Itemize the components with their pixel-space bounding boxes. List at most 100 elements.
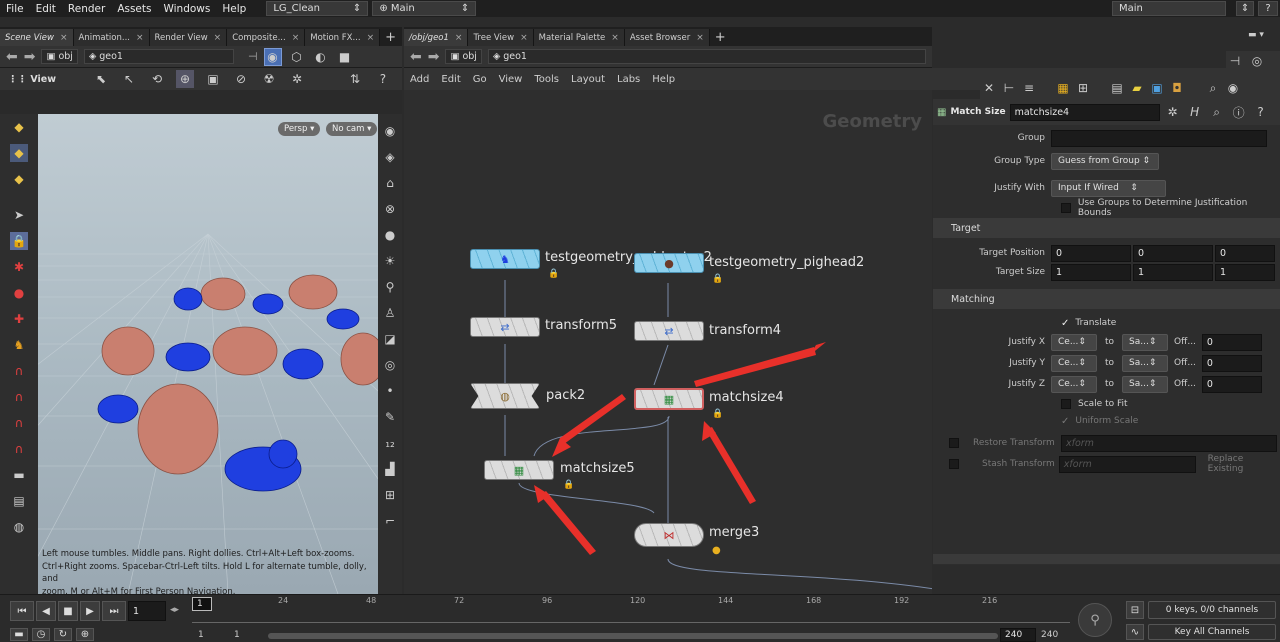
node-testgeometry-pighead[interactable]: ● (634, 253, 704, 273)
view-tool-icon[interactable]: ⟲ (148, 70, 166, 88)
transform-mode-icon[interactable]: ◆ (10, 144, 28, 162)
add-tab-icon[interactable]: + (380, 29, 402, 46)
range-start-2[interactable]: 1 (234, 630, 240, 640)
display-icon[interactable]: ◐ (312, 48, 330, 66)
close-icon[interactable]: × (292, 33, 300, 43)
menu-edit[interactable]: Edit (30, 3, 62, 15)
justify-y-to[interactable]: Sa... ⇕ (1122, 354, 1169, 372)
menu-labs[interactable]: Labs (617, 74, 640, 85)
magnet-icon-4[interactable]: ∩ (10, 440, 28, 458)
menu-go[interactable]: Go (473, 74, 487, 85)
add-tab-icon[interactable]: + (709, 29, 731, 46)
justify-y-from[interactable]: Ce... ⇕ (1051, 354, 1097, 372)
restore-checkbox[interactable] (949, 438, 959, 448)
tab-composite[interactable]: Composite... × (227, 29, 306, 46)
search-icon[interactable]: ⌕ (1208, 103, 1226, 121)
snap-icon[interactable]: ⊕ (175, 70, 194, 88)
background-image-icon[interactable]: ▣ (1148, 79, 1166, 97)
tab-motion-fx[interactable]: Motion FX... × (305, 29, 381, 46)
help-icon[interactable]: ? (1252, 103, 1270, 121)
grid-icon[interactable]: ⊞ (381, 486, 399, 504)
grid-view-icon[interactable]: ⊞ (1074, 79, 1092, 97)
justify-x-offset[interactable]: 0 (1201, 333, 1262, 351)
network-canvas[interactable]: Geometry ♞ testgeometry_rubbertoy2 🔒 ● t… (404, 99, 932, 594)
dot-icon[interactable]: • (381, 382, 399, 400)
justify-x-from[interactable]: Ce... ⇕ (1051, 333, 1097, 351)
group-field[interactable] (1051, 129, 1267, 147)
help-icon[interactable]: ? (374, 70, 392, 88)
light-icon[interactable]: ☀ (381, 252, 399, 270)
magnet-icon-2[interactable]: ∩ (10, 388, 28, 406)
section-target[interactable]: Target (933, 218, 1280, 238)
zoom-icon[interactable]: ⌕ (1204, 79, 1222, 97)
range-slider[interactable] (268, 633, 998, 639)
person-icon[interactable]: ♙ (381, 304, 399, 322)
graph-icon[interactable]: ∿ (1126, 624, 1144, 640)
play-back-icon[interactable]: ◀ (36, 601, 56, 621)
target-pos-y[interactable]: 0 (1133, 244, 1213, 262)
tab-obj-geo1[interactable]: /obj/geo1 × (404, 29, 469, 46)
frame-field[interactable]: 1 (128, 601, 166, 621)
range-end[interactable]: 240 (1000, 628, 1036, 642)
target-icon[interactable]: ⊗ (381, 200, 399, 218)
node-transform5[interactable]: ⇄ (470, 317, 540, 337)
keyframe-dial-icon[interactable]: ⚲ (1078, 603, 1112, 637)
eye-icon[interactable]: ◉ (1224, 79, 1242, 97)
close-icon[interactable]: × (136, 33, 144, 43)
wrench-icon[interactable]: ✕ (980, 79, 998, 97)
target-size-x[interactable]: 1 (1051, 263, 1131, 281)
scale-to-fit-checkbox[interactable] (1061, 399, 1071, 409)
camera-menu[interactable]: No cam ▾ (326, 122, 378, 136)
sticky-note-icon[interactable]: ▰ (1128, 79, 1146, 97)
check-icon[interactable]: ✓ (1061, 416, 1069, 427)
jump-start-icon[interactable]: ⏮ (10, 601, 34, 621)
crumb-obj[interactable]: ▣ obj (445, 49, 482, 64)
tab-tree-view[interactable]: Tree View × (468, 29, 534, 46)
justify-y-offset[interactable]: 0 (1201, 354, 1262, 372)
menu-help[interactable]: Help (216, 3, 252, 15)
magnet-icon-3[interactable]: ∩ (10, 414, 28, 432)
tab-render-view[interactable]: Render View × (149, 29, 228, 46)
list-icon[interactable]: ≡ (1020, 79, 1038, 97)
node-pack2[interactable]: ◍ (470, 383, 540, 409)
select-mode-icon[interactable]: ◆ (10, 118, 28, 136)
shading-icon[interactable]: ◪ (381, 330, 399, 348)
range-start[interactable]: 1 (198, 630, 204, 640)
menu-windows[interactable]: Windows (157, 3, 216, 15)
database-icon[interactable]: ◘ (1168, 79, 1186, 97)
select-tool-icon[interactable]: ⬉ (92, 70, 110, 88)
node-name-field[interactable]: matchsize4 (1009, 103, 1160, 121)
node-testgeometry-rubbertoy[interactable]: ♞ (470, 249, 540, 269)
zoom-icon[interactable]: ⊕ (76, 628, 94, 641)
timeline-ruler[interactable]: 1 24 48 72 96 120 144 168 192 216 (192, 596, 1070, 623)
bulb-icon[interactable]: ⚲ (381, 278, 399, 296)
print-icon[interactable]: ▤ (10, 492, 28, 510)
justify-with-select[interactable]: Input If Wired ⇕ (1051, 179, 1166, 197)
target-pos-x[interactable]: 0 (1051, 244, 1131, 262)
link-icon[interactable]: ◉ (263, 47, 282, 66)
pin-icon[interactable]: ⊣ (248, 50, 258, 63)
settings-icon[interactable]: ✲ (288, 70, 306, 88)
node-merge3[interactable]: ⋈ (634, 523, 704, 547)
node-matchsize4[interactable]: ▦ (634, 388, 704, 410)
desktop-select[interactable]: LG_Clean ⇕ (266, 1, 369, 16)
updown-icon[interactable]: ⇕ (1236, 1, 1254, 16)
forward-arrow-icon[interactable]: ➡ (428, 49, 440, 65)
tree-icon[interactable]: ⊢ (1000, 79, 1018, 97)
tool-pose-icon[interactable]: ♞ (10, 336, 28, 354)
param-scrollbar[interactable] (933, 554, 1280, 564)
justify-z-offset[interactable]: 0 (1201, 375, 1262, 393)
pin-icon[interactable]: ⊣ (1226, 52, 1244, 70)
tool-sphere-icon[interactable]: ● (10, 284, 28, 302)
jump-end-icon[interactable]: ⏭ (102, 601, 126, 621)
right-desktop-select[interactable]: Main (1112, 1, 1226, 16)
key-all-channels-button[interactable]: Key All Channels (1148, 624, 1276, 640)
camera-icon[interactable]: ▣ (204, 70, 222, 88)
close-icon[interactable]: × (214, 33, 222, 43)
channel-icon[interactable]: ⊟ (1126, 601, 1144, 619)
justify-x-to[interactable]: Sa... ⇕ (1122, 333, 1169, 351)
target-size-z[interactable]: 1 (1215, 263, 1275, 281)
close-icon[interactable]: × (611, 33, 619, 43)
eye-icon[interactable]: ◉ (381, 122, 399, 140)
range-end-2[interactable]: 240 (1041, 630, 1058, 640)
